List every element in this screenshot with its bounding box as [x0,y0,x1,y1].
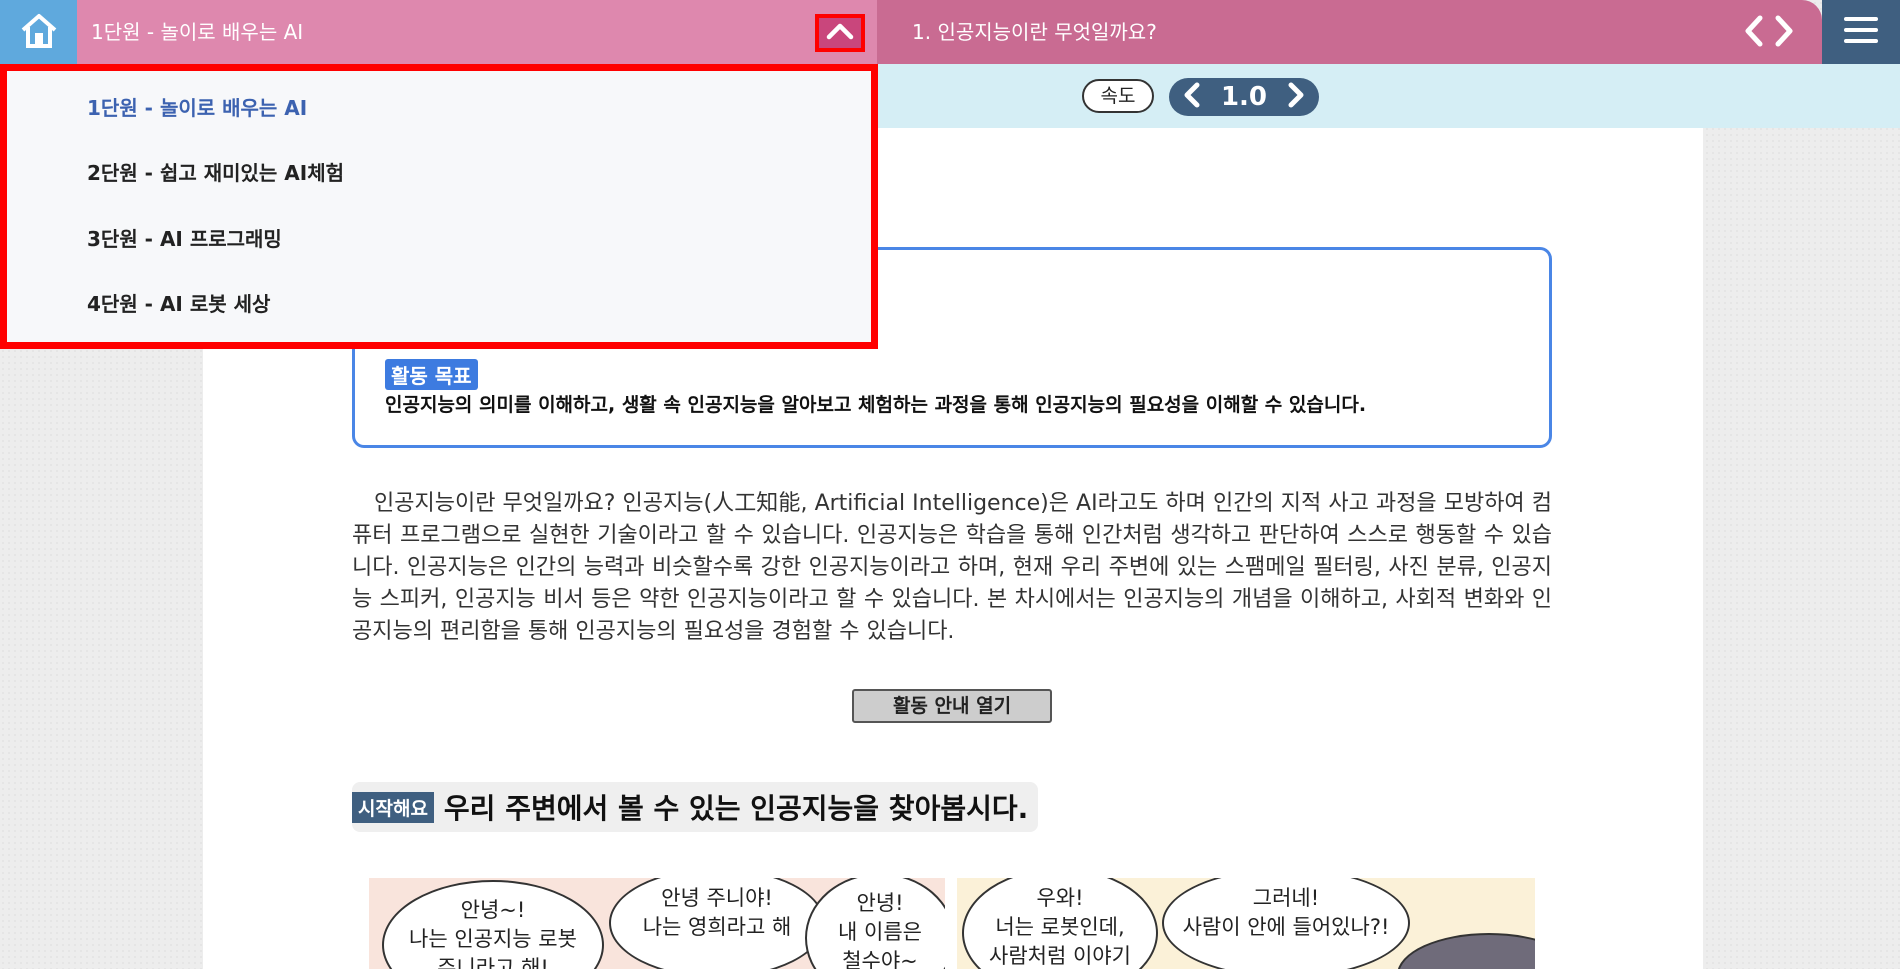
unit-menu-item[interactable]: 1단원 - 놀이로 배우는 AI [87,92,307,121]
cartoon-panel-left: 안녕~! 나는 인공지능 로봇 주니라고 해! 안녕 주니야! 나는 영희라고 … [369,878,945,969]
hamburger-menu-icon [1844,15,1878,49]
intro-paragraph: 인공지능이란 무엇일까요? 인공지능(人工知能, Artificial Inte… [352,491,1552,644]
speech-bubble: 그러네! 사람이 안에 들어있나?! [1162,878,1410,969]
speech-bubble: 안녕! 내 이름은 철수야~ [805,878,945,969]
top-navigation-bar: 1단원 - 놀이로 배우는 AI 1. 인공지능이란 무엇일까요? [0,0,1900,64]
unit-title[interactable]: 1단원 - 놀이로 배우는 AI [91,0,303,64]
speed-increase-icon[interactable] [1287,82,1305,112]
speed-label: 속도 [1082,79,1154,113]
prev-page-icon[interactable] [1744,14,1764,52]
activity-guide-button[interactable]: 활동 안내 열기 [852,689,1052,723]
unit-dropdown-toggle[interactable] [815,14,865,52]
unit-menu-item[interactable]: 2단원 - 쉽고 재미있는 AI체험 [87,157,344,186]
unit-bar: 1단원 - 놀이로 배우는 AI [77,0,877,64]
goal-text: 인공지능의 의미를 이해하고, 생활 속 인공지능을 알아보고 체험하는 과정을… [385,394,1367,416]
speech-bubble: 안녕 주니야! 나는 영희라고 해 [609,878,825,969]
unit-menu-item[interactable]: 4단원 - AI 로봇 세상 [87,288,270,317]
lesson-bar: 1. 인공지능이란 무엇일까요? [877,0,1822,64]
start-section-header: 시작해요 우리 주변에서 볼 수 있는 인공지능을 찾아봅시다. [352,782,1039,832]
unit-menu-item[interactable]: 3단원 - AI 프로그래밍 [87,223,282,252]
chevron-up-icon [826,22,854,44]
speech-bubble: 안녕~! 나는 인공지능 로봇 주니라고 해! [382,880,604,969]
speed-value: 1.0 [1220,82,1268,112]
unit-dropdown-menu: 1단원 - 놀이로 배우는 AI 2단원 - 쉽고 재미있는 AI체험 3단원 … [0,64,878,349]
start-title: 우리 주변에서 볼 수 있는 인공지능을 찾아봅시다. [443,792,1029,825]
start-badge: 시작해요 [352,791,434,823]
speed-decrease-icon[interactable] [1183,82,1201,112]
home-button[interactable] [0,0,77,64]
lesson-title: 1. 인공지능이란 무엇일까요? [912,20,1157,44]
next-page-icon[interactable] [1774,14,1794,52]
goal-badge: 활동 목표 [385,359,478,390]
page-navigation [1744,14,1794,52]
speech-bubble: 우와! 너는 로봇인데, 사람처럼 이야기 [962,878,1158,969]
cartoon-panel-right: 우와! 너는 로봇인데, 사람처럼 이야기 그러네! 사람이 안에 들어있나?! [957,878,1535,969]
speed-control: 1.0 [1169,78,1319,116]
menu-button[interactable] [1822,0,1900,64]
home-icon [19,11,59,53]
robot-illustration [1397,933,1535,969]
